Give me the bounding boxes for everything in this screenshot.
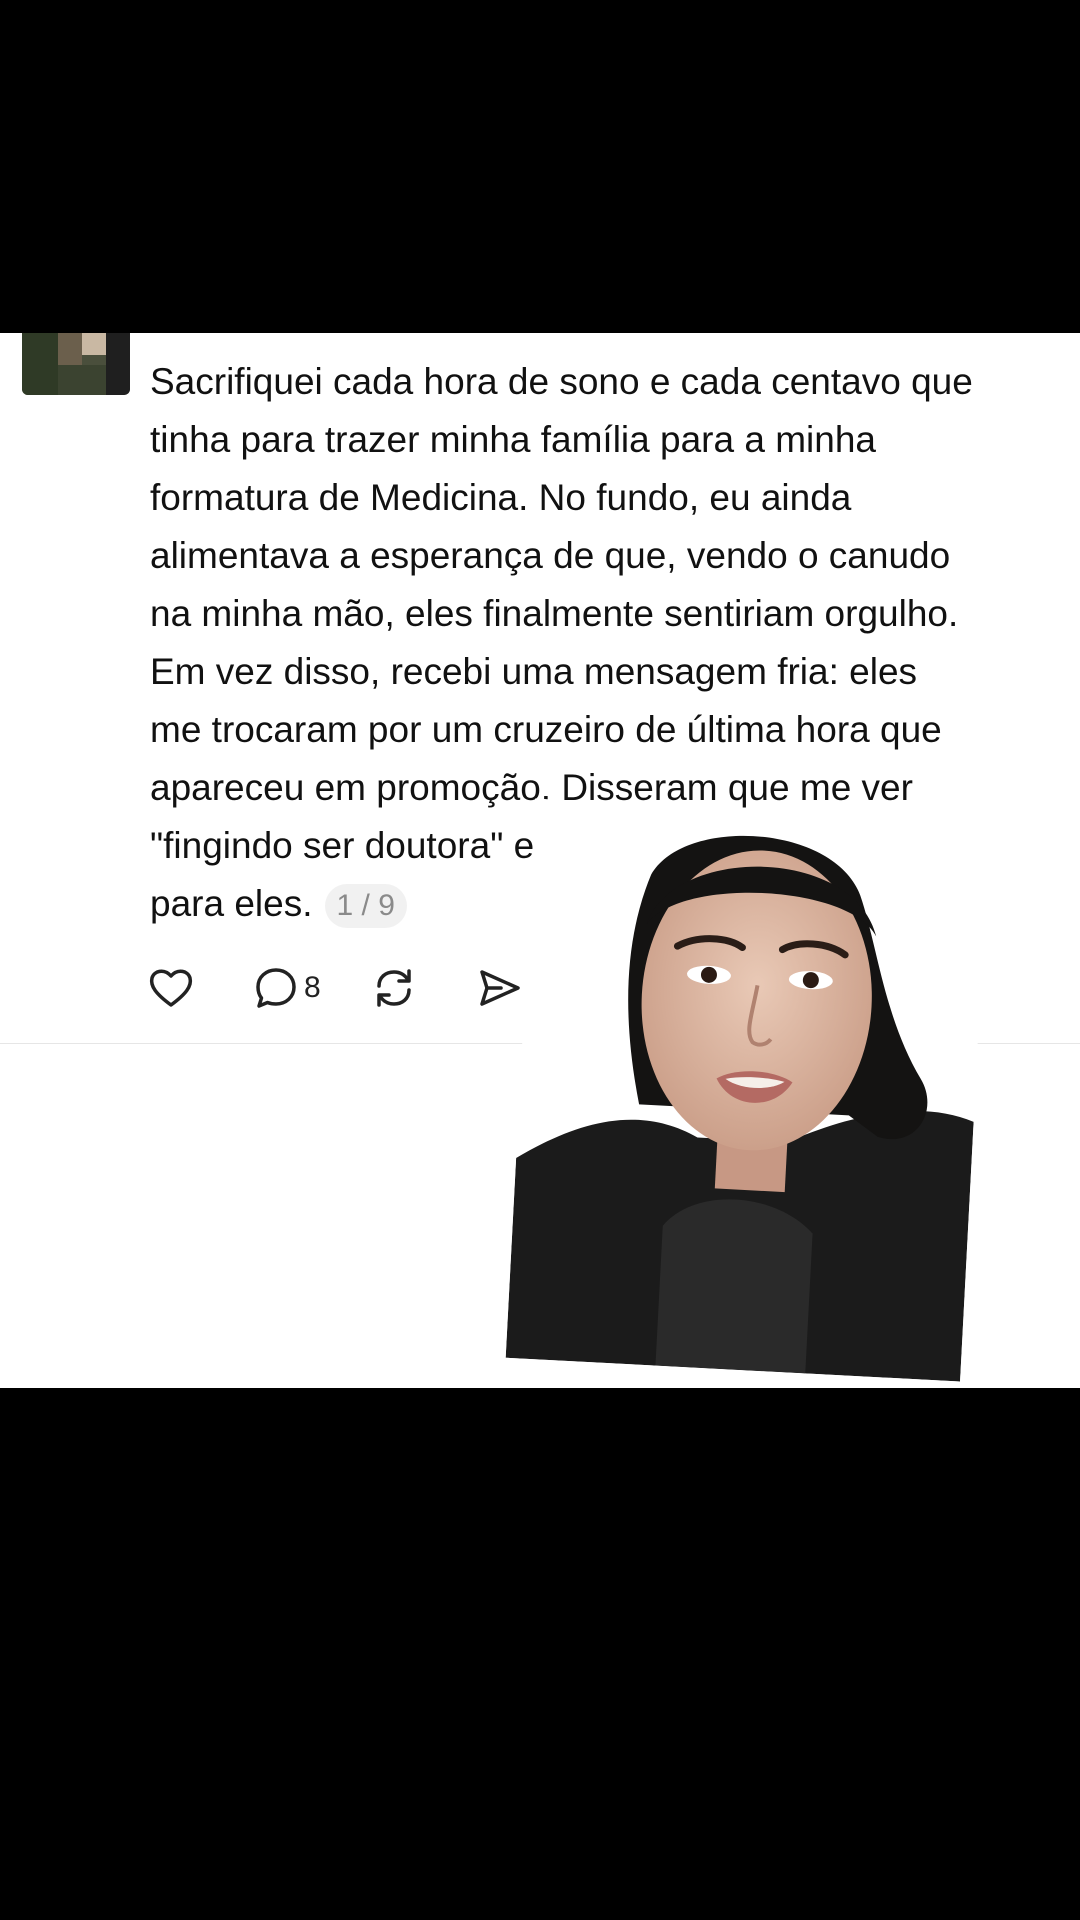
thread-counter-badge: 1 / 9 — [324, 884, 407, 929]
repost-button[interactable] — [371, 958, 417, 1018]
share-button[interactable] — [477, 958, 523, 1018]
repost-icon — [371, 966, 417, 1010]
send-icon — [477, 966, 523, 1010]
heart-icon — [148, 967, 194, 1009]
comment-icon — [254, 966, 298, 1010]
post-header-cropped — [150, 333, 470, 335]
presenter-cutout-image — [505, 798, 990, 1382]
reply-count: 8 — [304, 971, 321, 1004]
avatar[interactable] — [22, 333, 130, 395]
like-button[interactable] — [148, 958, 194, 1018]
video-frame: Sacrifiquei cada hora de sono e cada cen… — [0, 0, 1080, 1920]
reply-button[interactable]: 8 — [254, 958, 321, 1018]
post-actions: 8 — [148, 958, 523, 1018]
